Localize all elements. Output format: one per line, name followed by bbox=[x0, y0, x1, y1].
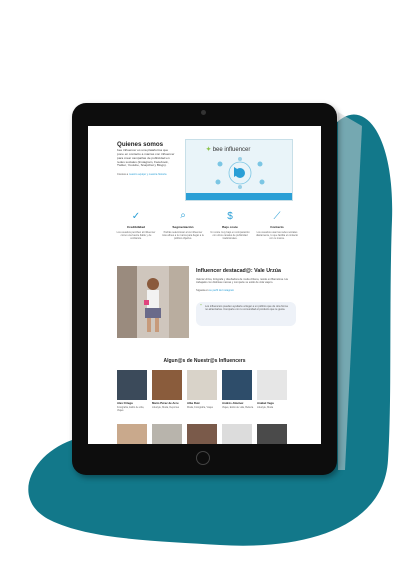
featured-title: Influencer destacad@: Vale Urzúa bbox=[196, 268, 281, 274]
feature-desc: Podrás seleccionar a los influencer más … bbox=[162, 231, 204, 241]
influencer-photo bbox=[117, 370, 147, 400]
influencer-name: Mario Pérez de Arce bbox=[152, 401, 179, 405]
video-controls-bar[interactable] bbox=[186, 193, 292, 200]
feature-desc: Un coste muy bajo en comparación con otr… bbox=[210, 231, 250, 241]
quote-text: Los influencers pueden ayudarte a llegar… bbox=[205, 305, 288, 312]
influencer-photo bbox=[187, 370, 217, 400]
influencer-category: Lifestyle, Moda, Deportes bbox=[152, 406, 180, 409]
influencer-photo bbox=[152, 370, 182, 400]
featured-follow-prefix: Síguela en bbox=[196, 289, 210, 292]
feature-title: Segmentación bbox=[172, 225, 194, 229]
influencers-title: Algun@s de Nuestr@s Influencers bbox=[163, 358, 246, 364]
bee-icon: ✦ bbox=[206, 147, 212, 153]
influencer-photo[interactable] bbox=[187, 424, 217, 444]
chart-icon: ⟋ bbox=[273, 211, 281, 222]
influencer-photo[interactable] bbox=[222, 424, 252, 444]
promo-video[interactable]: ✦ bee influencer bbox=[185, 139, 293, 201]
influencer-photo bbox=[257, 370, 287, 400]
play-icon[interactable] bbox=[234, 167, 242, 177]
influencer-name: Alex Ortega bbox=[117, 401, 133, 405]
influencer-photo bbox=[222, 370, 252, 400]
quote-icon: “ bbox=[200, 304, 202, 310]
influencer-name: Andrés Jiménez bbox=[222, 401, 244, 405]
quote-box: “ Los influencers pueden ayudarte a lleg… bbox=[196, 302, 296, 326]
influencer-category: Lifestyle, Moda bbox=[257, 406, 274, 409]
influencer-name: Alba Ruiz bbox=[187, 401, 200, 405]
about-body: bee influencer es una plataforma que pon… bbox=[117, 148, 175, 168]
camera-icon bbox=[201, 110, 206, 115]
influencer-photo[interactable] bbox=[257, 424, 287, 444]
featured-body: Valeria Urzúa, fotógrafa y diseñadora de… bbox=[196, 278, 288, 285]
check-icon: ✓ bbox=[131, 211, 141, 222]
search-icon: ⌕ bbox=[180, 210, 186, 221]
feature-title: Bajo coste bbox=[222, 225, 238, 229]
feature-desc: Los usuarios perciben al influencer como… bbox=[116, 231, 156, 241]
instagram-profile-link[interactable]: su perfil de Instagram bbox=[209, 289, 234, 292]
feature-desc: Los usuarios usan las redes sociales dia… bbox=[256, 231, 298, 241]
about-cta: Conoce a nuestro equipo y nuestra histor… bbox=[117, 173, 175, 176]
influencer-category: Fotografía, Estilo de vida, Viajes bbox=[117, 406, 145, 412]
dollar-icon: $ bbox=[227, 211, 233, 222]
team-link[interactable]: nuestro equipo y nuestra historia bbox=[129, 173, 167, 176]
about-cta-prefix: Conoce a bbox=[117, 173, 129, 176]
featured-influencer-photo bbox=[117, 266, 189, 338]
feature-title: Credibilidad bbox=[127, 225, 145, 229]
video-logo-text: bee influencer bbox=[212, 147, 251, 153]
featured-follow: Síguela en su perfil de Instagram bbox=[196, 289, 296, 292]
home-button[interactable] bbox=[196, 451, 210, 465]
video-logo: ✦ bee influencer bbox=[206, 146, 250, 153]
influencer-photo[interactable] bbox=[117, 424, 147, 444]
feature-title: Contacto bbox=[270, 225, 284, 229]
tablet-device: Quienes somos bee influencer es una plat… bbox=[72, 103, 337, 475]
influencer-category: Moda, Fotografía, Viajes bbox=[187, 406, 214, 409]
website-screen: Quienes somos bee influencer es una plat… bbox=[88, 126, 321, 444]
influencer-category: Viajes, Estilo de vida, Belleza bbox=[222, 406, 254, 409]
influencer-name: Anabel Vega bbox=[257, 401, 274, 405]
influencer-photo[interactable] bbox=[152, 424, 182, 444]
